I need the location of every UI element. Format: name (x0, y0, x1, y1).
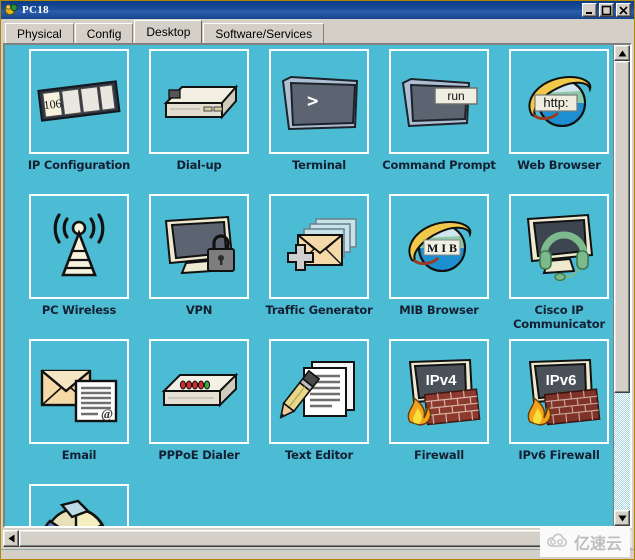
desktop-item-pppoe-dialer[interactable]: PPPoE Dialer (139, 339, 259, 484)
dial-up-icon[interactable] (149, 49, 249, 154)
desktop-item-pc-wireless[interactable]: PC Wireless (19, 194, 139, 339)
desktop-viewport: 106 IP Configuration Dial-up > Terminal … (5, 45, 613, 526)
desktop-item-label: Email (61, 448, 97, 462)
desktop-item-command-prompt[interactable]: run Command Prompt (379, 49, 499, 194)
desktop-item-label: PC Wireless (41, 303, 117, 317)
command-prompt-icon[interactable]: run (389, 49, 489, 154)
web-browser-icon[interactable]: http: (509, 49, 609, 154)
traffic-generator-icon[interactable] (269, 194, 369, 299)
email-badge: @ (101, 406, 113, 421)
desktop-item-label: Cisco IP Communicator (513, 303, 605, 331)
desktop-pane: 106 IP Configuration Dial-up > Terminal … (3, 43, 632, 528)
minimize-button[interactable] (582, 3, 597, 17)
desktop-item-ipv6-firewall[interactable]: IPv6 IPv6 Firewall (499, 339, 613, 484)
desktop-item-firewall[interactable]: IPv4 Firewall (379, 339, 499, 484)
scroll-up-arrow[interactable] (614, 45, 630, 61)
tab-config[interactable]: Config (74, 23, 134, 43)
scroll-down-arrow[interactable] (614, 510, 630, 526)
text-editor-icon[interactable] (269, 339, 369, 444)
tab-physical-label: Physical (17, 26, 62, 41)
desktop-item-traffic-generator[interactable]: Traffic Generator (259, 194, 379, 339)
email-icon[interactable]: @ (29, 339, 129, 444)
desktop-item-label: Text Editor (285, 448, 353, 462)
desktop-item-ip-configuration[interactable]: 106 IP Configuration (19, 49, 139, 194)
desktop-item-pie-chart[interactable] (19, 484, 139, 526)
desktop-item-label: IPv6 Firewall (518, 448, 600, 462)
window-title: PC18 (22, 4, 49, 16)
mib-browser-icon[interactable]: M I B (389, 194, 489, 299)
desktop-item-label: PPPoE Dialer (158, 448, 240, 462)
pc-device-window: PC18 Physical Config Desktop Software/Se… (0, 0, 635, 560)
tab-software-services-label: Software/Services (215, 26, 313, 41)
vpn-icon[interactable] (149, 194, 249, 299)
desktop-item-label: IP Configuration (27, 158, 131, 172)
desktop-item-label: Terminal (291, 158, 346, 172)
window-controls (582, 3, 631, 17)
desktop-item-cisco-ip-communicator[interactable]: Cisco IP Communicator (499, 194, 613, 339)
vertical-scroll-track[interactable] (614, 61, 630, 510)
command-prompt-badge: run (447, 89, 464, 103)
desktop-item-vpn[interactable]: VPN (139, 194, 259, 339)
scroll-left-arrow[interactable] (3, 530, 19, 547)
pie-chart-icon[interactable] (29, 484, 129, 526)
tab-desktop-label: Desktop (146, 25, 191, 39)
cisco-ip-communicator-icon[interactable] (509, 194, 609, 299)
desktop-icon-grid: 106 IP Configuration Dial-up > Terminal … (5, 45, 613, 526)
tab-software-services[interactable]: Software/Services (203, 23, 325, 43)
firewall-badge: IPv4 (426, 372, 458, 389)
desktop-item-label: Firewall (414, 448, 464, 462)
horizontal-scrollbar[interactable] (3, 530, 632, 547)
title-bar: PC18 (1, 1, 634, 19)
desktop-item-label: Dial-up (176, 158, 222, 172)
ip-configuration-badge: 106 (43, 96, 63, 112)
desktop-item-text-editor[interactable]: Text Editor (259, 339, 379, 484)
ip-configuration-icon[interactable]: 106 (29, 49, 129, 154)
vertical-scrollbar[interactable] (613, 45, 630, 526)
horizontal-scroll-track[interactable] (19, 530, 632, 547)
close-button[interactable] (616, 3, 631, 17)
maximize-button[interactable] (599, 3, 614, 17)
firewall-icon[interactable]: IPv4 (389, 339, 489, 444)
tab-strip: Physical Config Desktop Software/Service… (1, 19, 634, 43)
pppoe-dialer-icon[interactable] (149, 339, 249, 444)
desktop-item-label: Traffic Generator (265, 303, 373, 317)
desktop-item-label: Command Prompt (382, 158, 496, 172)
ipv6-firewall-badge: IPv6 (546, 372, 577, 389)
tab-desktop[interactable]: Desktop (134, 20, 203, 43)
pc-wireless-icon[interactable] (29, 194, 129, 299)
desktop-item-label: Web Browser (517, 158, 601, 172)
tab-physical[interactable]: Physical (5, 23, 74, 43)
status-bar (1, 549, 634, 559)
desktop-item-email[interactable]: @ Email (19, 339, 139, 484)
packet-tracer-icon (4, 3, 18, 17)
desktop-item-web-browser[interactable]: http: Web Browser (499, 49, 613, 194)
ipv6-firewall-icon[interactable]: IPv6 (509, 339, 609, 444)
tab-config-label: Config (86, 26, 122, 41)
web-browser-badge: http: (543, 95, 568, 110)
mib-browser-badge: M I B (427, 241, 457, 255)
terminal-badge: > (307, 90, 318, 112)
horizontal-scroll-thumb[interactable] (19, 530, 626, 547)
desktop-item-dial-up[interactable]: Dial-up (139, 49, 259, 194)
desktop-item-terminal[interactable]: > Terminal (259, 49, 379, 194)
desktop-item-label: MIB Browser (399, 303, 479, 317)
tab-filler (325, 23, 634, 43)
desktop-item-label: VPN (185, 303, 213, 317)
terminal-icon[interactable]: > (269, 49, 369, 154)
vertical-scroll-thumb[interactable] (614, 61, 630, 394)
desktop-item-mib-browser[interactable]: M I B MIB Browser (379, 194, 499, 339)
